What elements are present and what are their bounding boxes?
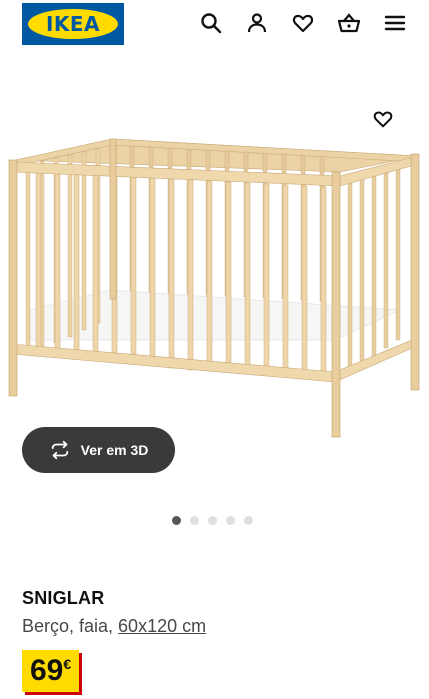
product-description: Berço, faia, 60x120 cm — [22, 616, 206, 637]
pagination-dot-5[interactable] — [244, 516, 253, 525]
search-icon[interactable] — [198, 10, 224, 36]
pagination-dot-3[interactable] — [208, 516, 217, 525]
pagination-dot-4[interactable] — [226, 516, 235, 525]
price-amount: 69 — [30, 654, 64, 687]
image-pagination-dots — [172, 516, 253, 525]
heart-icon[interactable] — [290, 10, 316, 36]
menu-icon[interactable] — [382, 10, 408, 36]
pagination-dot-1[interactable] — [172, 516, 181, 525]
header: IKEA — [0, 0, 429, 50]
logo-text: IKEA — [28, 9, 118, 39]
view-in-3d-label: Ver em 3D — [80, 442, 149, 458]
product-type-text: Berço, faia, — [22, 616, 119, 636]
product-image-crib[interactable] — [0, 130, 429, 450]
ikea-logo[interactable]: IKEA — [22, 3, 124, 45]
product-name: SNIGLAR — [22, 588, 105, 608]
price-currency: € — [63, 656, 72, 672]
add-to-favorites-heart-icon[interactable] — [370, 106, 396, 132]
rotate-3d-icon — [49, 439, 71, 461]
product-size-link[interactable]: 60x120 cm — [118, 616, 206, 636]
price-tag: 69 € — [22, 650, 80, 692]
basket-icon[interactable] — [336, 10, 362, 36]
account-icon[interactable] — [244, 10, 270, 36]
view-in-3d-button[interactable]: Ver em 3D — [22, 427, 175, 473]
pagination-dot-2[interactable] — [190, 516, 199, 525]
